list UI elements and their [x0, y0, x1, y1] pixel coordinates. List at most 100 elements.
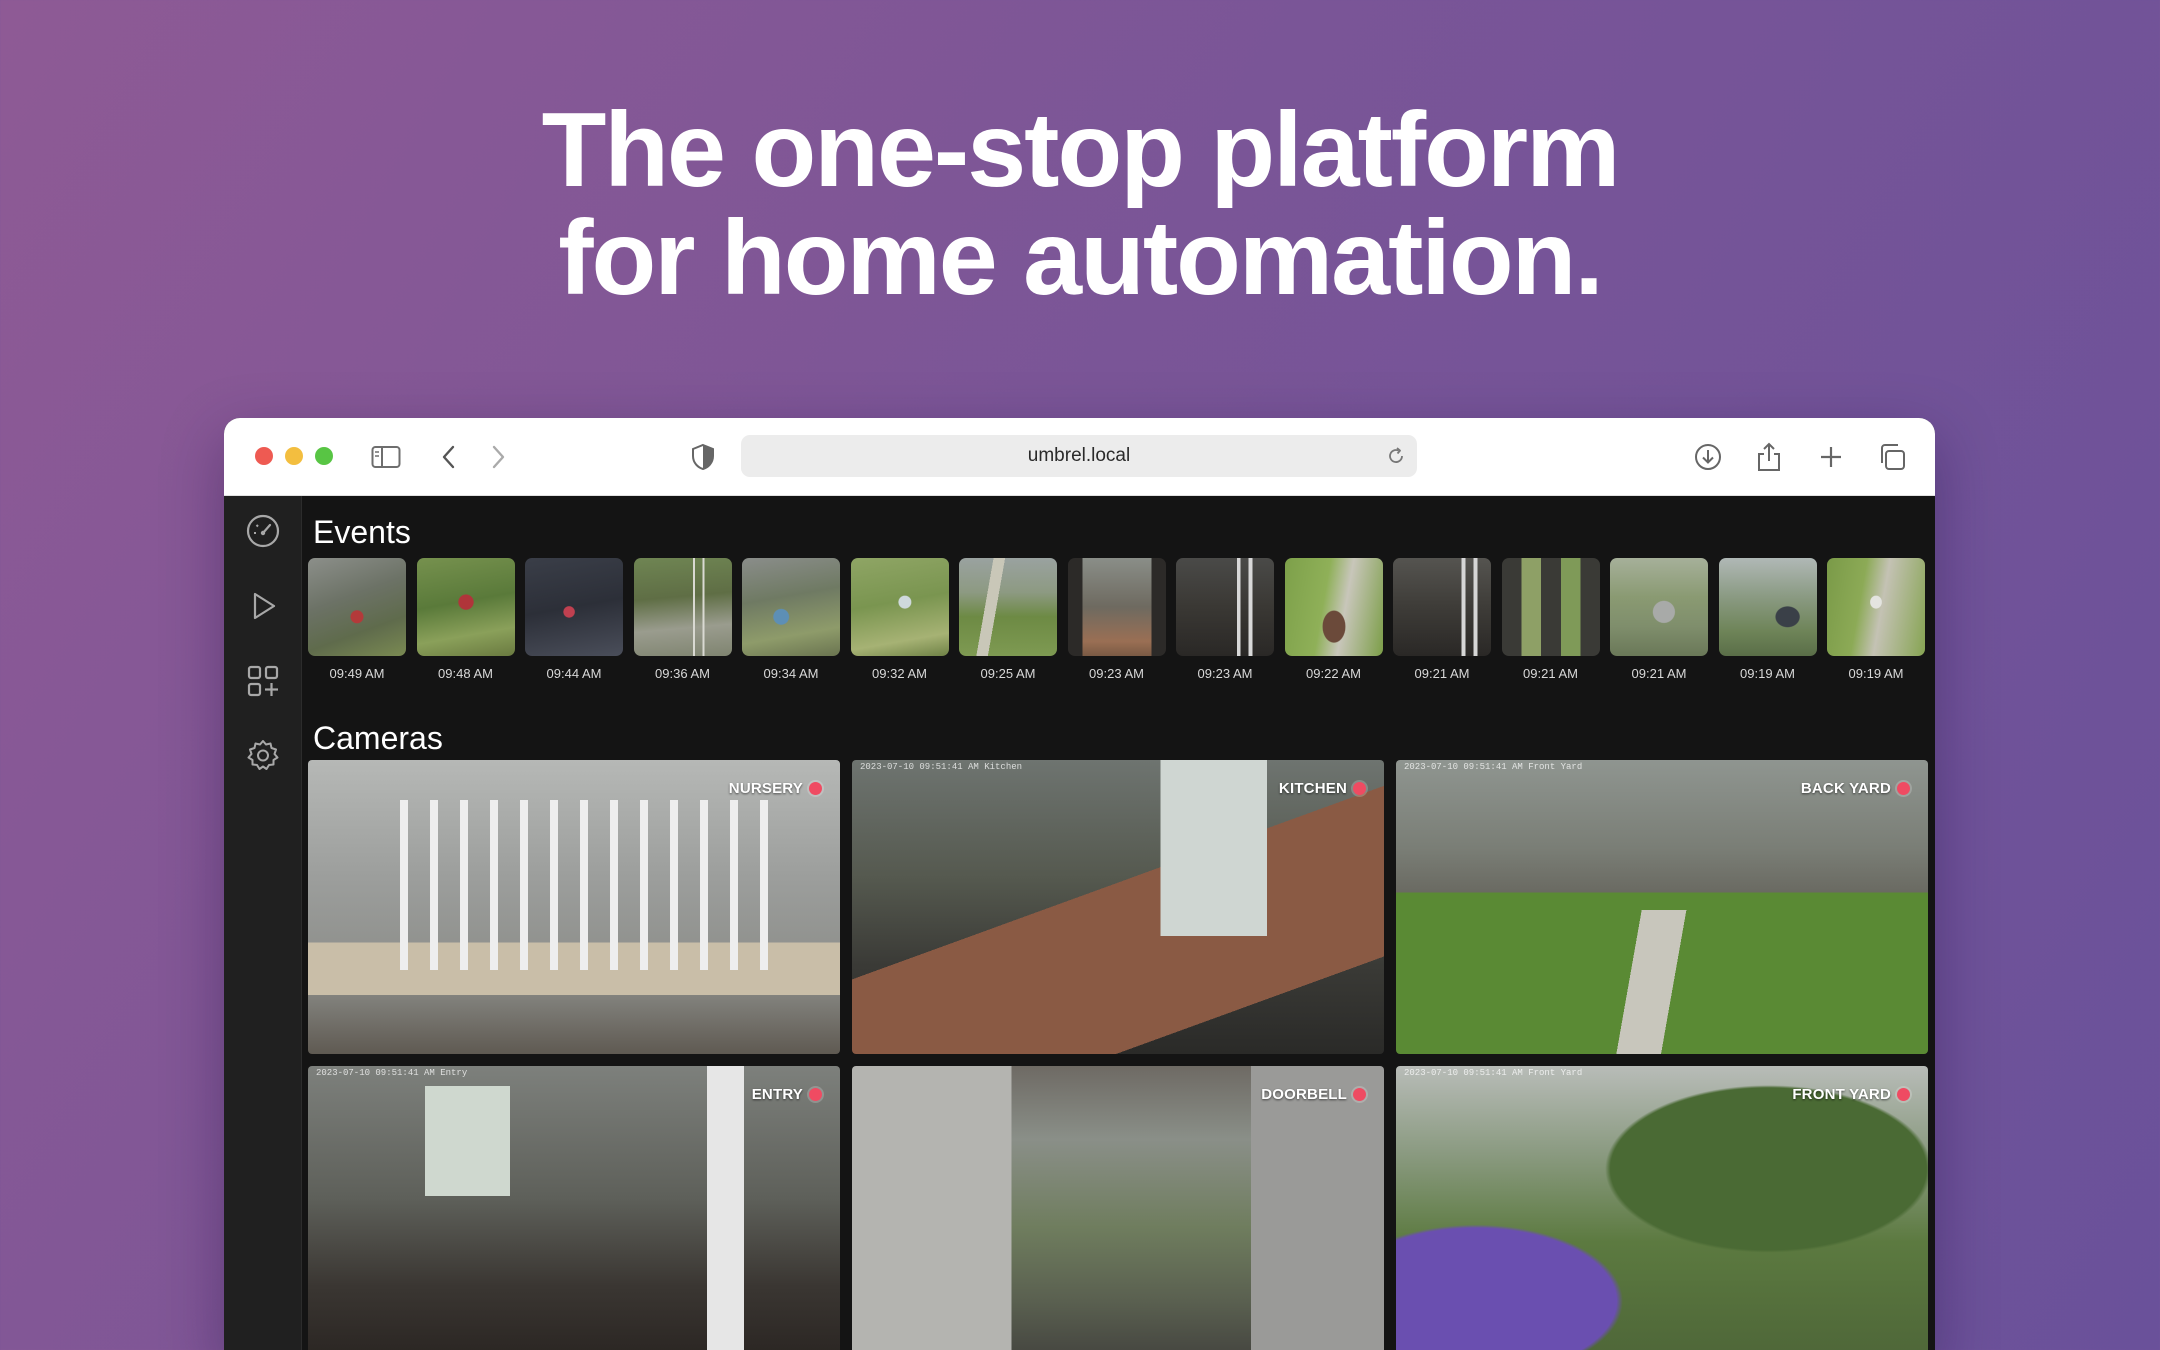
event-item[interactable]: 09:21 AM [1393, 558, 1491, 681]
event-item[interactable]: 09:23 AM [1176, 558, 1274, 681]
download-icon[interactable] [1691, 440, 1725, 474]
event-time: 09:21 AM [1523, 666, 1578, 681]
event-item[interactable]: 09:36 AM [633, 558, 732, 681]
event-item[interactable]: 09:34 AM [742, 558, 840, 681]
camera-feed-entry[interactable]: 2023-07-10 09:51:41 AM Entry ENTRY [308, 1066, 840, 1350]
camera-timestamp: 2023-07-10 09:51:41 AM Entry [316, 1068, 468, 1078]
camera-timestamp: 2023-07-10 09:51:41 AM Front Yard [1404, 762, 1583, 772]
camera-name: KITCHEN [1278, 780, 1347, 797]
event-item[interactable]: 09:23 AM [1067, 558, 1166, 681]
tabs-overview-icon[interactable] [1875, 440, 1909, 474]
camera-label: BACK YARD [1801, 780, 1910, 797]
event-time: 09:44 AM [546, 666, 602, 681]
play-icon[interactable] [244, 587, 282, 625]
headline-line-2: for home automation. [558, 199, 1604, 317]
event-time: 09:34 AM [763, 666, 819, 681]
event-thumbnail[interactable] [416, 558, 515, 656]
app-sidebar [224, 496, 302, 1350]
event-thumbnail[interactable] [1284, 558, 1383, 656]
event-time: 09:23 AM [1197, 666, 1253, 681]
camera-feed-kitchen[interactable]: 2023-07-10 09:51:41 AM Kitchen KITCHEN [852, 760, 1384, 1054]
event-time: 09:19 AM [1848, 666, 1904, 681]
recording-indicator-icon [809, 782, 822, 795]
camera-feed-back-yard[interactable]: 2023-07-10 09:51:41 AM Front Yard BACK Y… [1396, 760, 1928, 1054]
events-title: Events [313, 514, 411, 550]
camera-name: NURSERY [728, 780, 803, 797]
headline: The one-stop platform for home automatio… [0, 96, 2160, 312]
shield-icon[interactable] [686, 440, 720, 474]
recording-indicator-icon [1897, 782, 1910, 795]
camera-timestamp: 2023-07-10 09:51:41 AM Kitchen [860, 762, 1023, 772]
sidebar-icon[interactable] [369, 440, 403, 474]
cameras-title: Cameras [313, 720, 443, 756]
camera-name: FRONT YARD [1792, 1086, 1891, 1103]
event-time: 09:25 AM [980, 666, 1036, 681]
main-content: Events 09:49 AM 09:48 AM 09:44 AM 09:36 … [303, 496, 1935, 1350]
minimize-window-button[interactable] [285, 447, 303, 465]
event-item[interactable]: 09:44 AM [525, 558, 623, 681]
event-item[interactable]: 09:32 AM [850, 558, 949, 681]
event-item[interactable]: 09:48 AM [416, 558, 515, 681]
event-thumbnail[interactable] [1067, 558, 1166, 656]
event-thumbnail[interactable] [308, 558, 406, 656]
camera-feed-nursery[interactable]: NURSERY [308, 760, 840, 1054]
event-thumbnail[interactable] [1176, 558, 1274, 656]
event-thumbnail[interactable] [1827, 558, 1925, 656]
event-item[interactable]: 09:49 AM [308, 558, 406, 681]
event-item[interactable]: 09:21 AM [1501, 558, 1600, 681]
event-thumbnail[interactable] [1501, 558, 1600, 656]
browser-window: umbrel.local Events 09:49 AM 09:48 AM 09… [224, 418, 1935, 1350]
event-time: 09:36 AM [655, 666, 710, 681]
event-time: 09:23 AM [1089, 666, 1144, 681]
camera-name: BACK YARD [1800, 780, 1891, 797]
event-thumbnail[interactable] [1610, 558, 1708, 656]
event-time: 09:48 AM [438, 666, 493, 681]
event-time: 09:22 AM [1306, 666, 1361, 681]
event-time: 09:19 AM [1740, 666, 1795, 681]
event-thumbnail[interactable] [1393, 558, 1491, 656]
camera-feed-front-yard[interactable]: 2023-07-10 09:51:41 AM Front Yard FRONT … [1396, 1066, 1928, 1350]
apps-add-icon[interactable] [244, 662, 282, 700]
dashboard-gauge-icon[interactable] [244, 512, 282, 550]
headline-line-1: The one-stop platform [541, 91, 1621, 209]
cameras-grid: NURSERY 2023-07-10 09:51:41 AM Kitchen K… [308, 760, 1928, 1350]
event-thumbnail[interactable] [633, 558, 732, 656]
event-thumbnail[interactable] [525, 558, 623, 656]
new-tab-icon[interactable] [1814, 440, 1848, 474]
event-item[interactable]: 09:19 AM [1718, 558, 1817, 681]
camera-label: ENTRY [752, 1086, 822, 1103]
recording-indicator-icon [1897, 1088, 1910, 1101]
camera-label: NURSERY [729, 780, 822, 797]
event-thumbnail[interactable] [850, 558, 949, 656]
event-time: 09:21 AM [1631, 666, 1687, 681]
recording-indicator-icon [1353, 782, 1366, 795]
events-strip: 09:49 AM 09:48 AM 09:44 AM 09:36 AM 09:3… [308, 558, 1928, 688]
event-time: 09:49 AM [329, 666, 385, 681]
address-bar[interactable]: umbrel.local [741, 435, 1417, 477]
camera-feed-doorbell[interactable]: DOORBELL [852, 1066, 1384, 1350]
zoom-window-button[interactable] [315, 447, 333, 465]
reload-icon[interactable] [1383, 443, 1409, 469]
camera-label: KITCHEN [1279, 780, 1366, 797]
camera-name: DOORBELL [1261, 1086, 1347, 1103]
camera-name: ENTRY [751, 1086, 803, 1103]
event-time: 09:32 AM [872, 666, 927, 681]
browser-toolbar: umbrel.local [224, 418, 1935, 496]
back-icon[interactable] [432, 440, 466, 474]
camera-timestamp: 2023-07-10 09:51:41 AM Front Yard [1404, 1068, 1583, 1078]
url-text: umbrel.local [1027, 445, 1131, 466]
event-item[interactable]: 09:21 AM [1610, 558, 1708, 681]
forward-icon[interactable] [481, 440, 515, 474]
recording-indicator-icon [1353, 1088, 1366, 1101]
share-icon[interactable] [1752, 440, 1786, 474]
event-thumbnail[interactable] [1718, 558, 1817, 656]
event-item[interactable]: 09:19 AM [1827, 558, 1925, 681]
event-thumbnail[interactable] [959, 558, 1057, 656]
camera-label: FRONT YARD [1792, 1086, 1910, 1103]
settings-gear-icon[interactable] [244, 737, 282, 775]
event-item[interactable]: 09:25 AM [959, 558, 1057, 681]
close-window-button[interactable] [255, 447, 273, 465]
event-item[interactable]: 09:22 AM [1284, 558, 1383, 681]
event-thumbnail[interactable] [742, 558, 840, 656]
event-time: 09:21 AM [1414, 666, 1470, 681]
